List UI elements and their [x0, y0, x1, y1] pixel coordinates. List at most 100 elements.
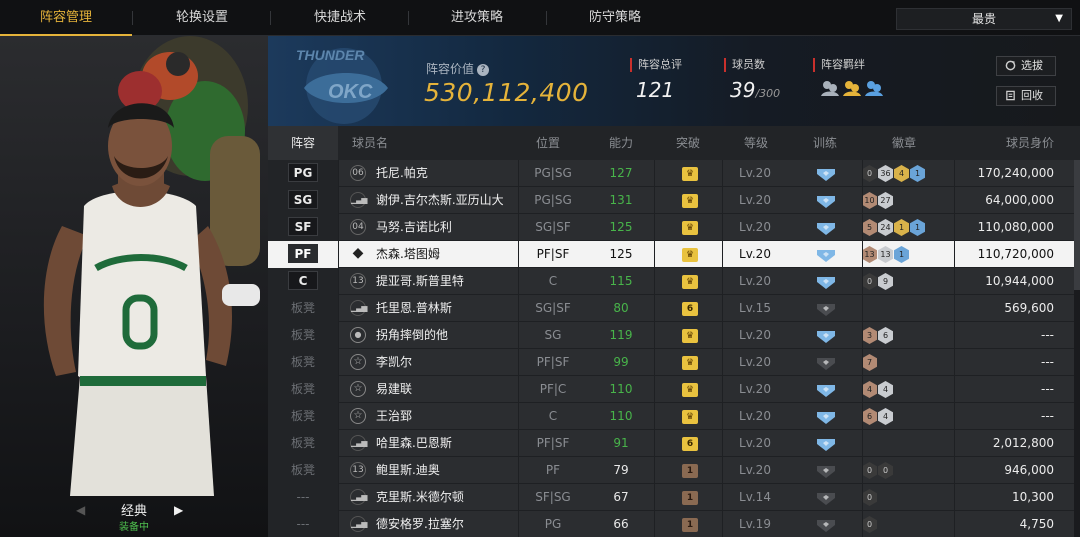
col-header-slot[interactable]: 阵容 [268, 126, 338, 160]
badge-list[interactable]: 00 [862, 462, 894, 480]
training-shield-icon[interactable] [816, 248, 836, 267]
scout-button[interactable]: 选拔 [996, 56, 1056, 76]
training-shield-icon[interactable] [816, 302, 836, 321]
badge-list[interactable]: 44 [862, 381, 894, 399]
lineup-slot[interactable]: 板凳 [268, 457, 338, 484]
training-shield-icon[interactable] [816, 356, 836, 375]
col-header-position[interactable]: 位置 [536, 126, 560, 160]
player-rating: 115 [609, 274, 633, 288]
lineup-slot[interactable]: 板凳 [268, 295, 338, 322]
sort-select[interactable]: 最贵 ▼ [896, 8, 1072, 30]
recycle-button[interactable]: 回收 [996, 86, 1056, 106]
badge-list[interactable]: 5 24 1 1 [862, 219, 926, 237]
lineup-slot[interactable]: PG [268, 160, 338, 187]
team-logo-image: OKC THUNDER [296, 47, 388, 124]
player-position: PF [545, 463, 561, 477]
badge-list[interactable]: 64 [862, 408, 894, 426]
player-price: 10,300 [1012, 490, 1054, 504]
tab-defense-strategy[interactable]: 防守策略 [549, 0, 681, 36]
player-position: SG [544, 328, 562, 342]
training-shield-icon[interactable] [816, 194, 836, 213]
training-shield-icon[interactable] [816, 410, 836, 429]
blue-badge-icon: 1 [910, 165, 925, 182]
player-position: SG|SF [535, 301, 571, 315]
badge-list[interactable]: 0 [862, 489, 878, 507]
col-header-training[interactable]: 训练 [813, 126, 837, 160]
player-position: SF|SG [535, 490, 571, 504]
tab-quick-tactics[interactable]: 快捷战术 [274, 0, 406, 36]
bars-icon: ▁▃▅ [350, 489, 367, 505]
lineup-slot[interactable]: 板凳 [268, 349, 338, 376]
badge-list[interactable]: 13 13 1 [862, 246, 910, 264]
lineup-slot[interactable]: SG [268, 187, 338, 214]
lineup-slot[interactable]: 板凳 [268, 376, 338, 403]
training-shield-icon[interactable] [816, 383, 836, 402]
player-level: Lv.20 [739, 409, 771, 423]
jersey-number: 13 [350, 273, 366, 289]
training-shield-icon[interactable] [816, 518, 836, 537]
badge-list[interactable]: 36 [862, 327, 894, 345]
star-icon: ☆ [350, 381, 366, 397]
player-showcase-panel: ◀ 经典 装备中 ▶ [0, 36, 268, 537]
training-shield-icon[interactable] [816, 437, 836, 456]
table-scrollbar[interactable] [1074, 160, 1080, 537]
top-tab-bar: 阵容管理 轮换设置 快捷战术 进攻策略 防守策略 最贵 ▼ [0, 0, 1080, 36]
lineup-slot[interactable]: --- [268, 511, 338, 537]
next-style-icon[interactable]: ▶ [174, 503, 183, 517]
style-equipped-status: 装备中 [119, 522, 149, 533]
player-position: PF|SF [536, 247, 570, 261]
chemistry-icons[interactable] [813, 78, 889, 102]
col-header-badges[interactable]: 徽章 [892, 126, 916, 160]
lineup-rating-stat: 阵容总评 121 [630, 58, 682, 102]
player-name: 易建联 [376, 382, 413, 396]
player-name: 杰森.塔图姆 [376, 247, 440, 261]
person-icon: ● [350, 327, 366, 343]
help-icon[interactable]: ? [477, 63, 490, 76]
badge-list[interactable]: 10 27 [862, 192, 894, 210]
lineup-value-label: 阵容价值? [426, 60, 490, 77]
tab-divider [408, 11, 409, 25]
jersey-number: 13 [350, 462, 366, 478]
player-price: 4,750 [1019, 517, 1054, 531]
badge-list[interactable]: 0 36 4 1 [862, 165, 926, 183]
col-header-price[interactable]: 球员身价 [1006, 126, 1054, 160]
player-name: 鲍里斯.迪奥 [376, 463, 440, 477]
player-level: Lv.20 [739, 220, 771, 234]
scrollbar-thumb[interactable] [1074, 160, 1080, 290]
lineup-slot[interactable]: 板凳 [268, 322, 338, 349]
tab-offense-strategy[interactable]: 进攻策略 [411, 0, 543, 36]
tab-divider [132, 11, 133, 25]
lineup-slot[interactable]: SF [268, 214, 338, 241]
lineup-slot[interactable]: 板凳 [268, 403, 338, 430]
lineup-summary-header: OKC THUNDER 阵容价值? 530,112,400 阵容总评 121 球… [268, 36, 1080, 126]
col-header-level[interactable]: 等级 [744, 126, 768, 160]
badge-list[interactable]: 7 [862, 354, 878, 372]
badge-list[interactable]: 09 [862, 273, 894, 291]
tab-rotation-settings[interactable]: 轮换设置 [136, 0, 268, 36]
training-shield-icon[interactable] [816, 221, 836, 240]
player-price: --- [1041, 355, 1054, 369]
breakthrough-level: 1 [682, 518, 698, 532]
player-level: Lv.20 [739, 328, 771, 342]
style-switcher: ◀ 经典 装备中 ▶ [0, 496, 268, 536]
lineup-slot[interactable]: C [268, 268, 338, 295]
lineup-slot[interactable]: 板凳 [268, 430, 338, 457]
bronze-badge-icon: 4 [862, 381, 877, 398]
training-shield-icon[interactable] [816, 167, 836, 186]
training-shield-icon[interactable] [816, 329, 836, 348]
col-header-breakthrough[interactable]: 突破 [676, 126, 700, 160]
lineup-slot[interactable]: PF [268, 241, 338, 268]
tab-lineup-management[interactable]: 阵容管理 [0, 0, 132, 36]
training-shield-icon[interactable] [816, 491, 836, 510]
lineup-slot[interactable]: --- [268, 484, 338, 511]
badge-list[interactable]: 0 [862, 516, 878, 534]
silver-badge-icon: 27 [878, 192, 893, 209]
player-position: PF|SF [536, 355, 570, 369]
col-header-rating[interactable]: 能力 [609, 126, 633, 160]
player-name: 克里斯.米德尔顿 [376, 490, 464, 504]
training-shield-icon[interactable] [816, 464, 836, 483]
training-shield-icon[interactable] [816, 275, 836, 294]
col-header-name[interactable]: 球员名 [352, 126, 388, 160]
player-rating: 127 [609, 166, 633, 180]
player-price: --- [1041, 409, 1054, 423]
